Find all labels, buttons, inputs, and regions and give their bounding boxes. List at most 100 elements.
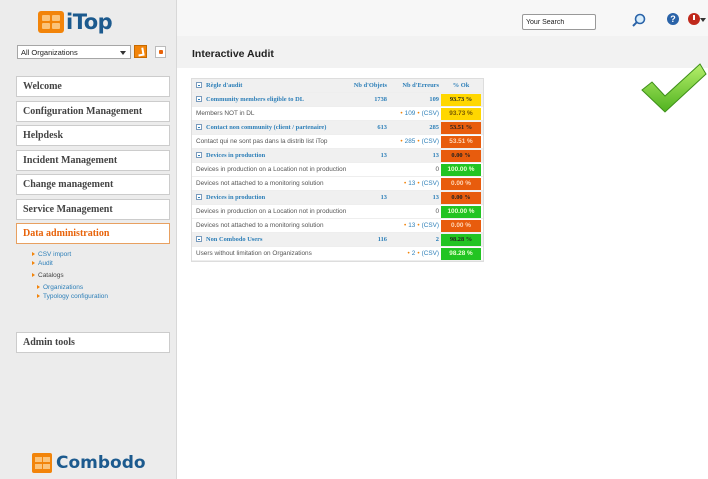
- data-administration-submenu: CSV import Audit Catalogs Organizations …: [32, 250, 172, 301]
- bullet-icon: •: [417, 250, 420, 257]
- audit-table: Règle d'audit Nb d'Objets Nb d'Erreurs %…: [191, 78, 484, 262]
- collapse-icon[interactable]: [196, 124, 202, 130]
- row-label[interactable]: Non Combodo Users: [192, 236, 351, 243]
- row-label-text: Devices in production on a Location not …: [196, 208, 347, 215]
- menu-helpdesk-label: Helpdesk: [23, 130, 64, 141]
- audit-rule-row: Devices in production 13 13 0.00 %: [192, 149, 483, 163]
- collapse-icon[interactable]: [196, 236, 202, 242]
- row-label-text: Devices not attached to a monitoring sol…: [196, 180, 324, 187]
- submenu-catalogs: Catalogs: [32, 271, 172, 280]
- submenu-csv-import[interactable]: CSV import: [32, 250, 172, 259]
- audit-rows: Community members eligible to DL 1738 109 9…: [192, 93, 483, 261]
- errors-link[interactable]: 13: [408, 180, 415, 187]
- menu-helpdesk[interactable]: Helpdesk: [16, 125, 170, 146]
- errors-count: 2: [389, 236, 441, 243]
- row-label-text: Contact non community (client / partenai…: [206, 124, 327, 131]
- errors-count[interactable]: • 285 • (CSV): [389, 138, 441, 145]
- csv-export-link[interactable]: (CSV): [422, 110, 439, 117]
- row-label[interactable]: Devices in production: [192, 194, 351, 201]
- errors-count[interactable]: • 2 • (CSV): [389, 250, 441, 257]
- errors-count[interactable]: • 13 • (CSV): [389, 180, 441, 187]
- title-band: Interactive Audit: [177, 36, 708, 68]
- audit-query-row: Devices in production on a Location not …: [192, 205, 483, 219]
- submenu-audit[interactable]: Audit: [32, 259, 172, 268]
- organization-select[interactable]: All Organizations: [17, 45, 131, 59]
- top-bar: ?: [177, 0, 708, 36]
- objects-count: 13: [380, 194, 387, 201]
- audit-query-row: Devices not attached to a monitoring sol…: [192, 219, 483, 233]
- errors-count[interactable]: • 13 • (CSV): [389, 222, 441, 229]
- search-input[interactable]: [522, 14, 596, 30]
- logoff-icon[interactable]: [688, 13, 706, 25]
- header-audit-rule[interactable]: Règle d'audit: [192, 82, 351, 89]
- bullet-icon: •: [403, 222, 407, 229]
- csv-export-link[interactable]: (CSV): [422, 138, 439, 145]
- errors-link[interactable]: 285: [405, 138, 416, 145]
- csv-export-link[interactable]: (CSV): [422, 222, 439, 229]
- submenu-typology-configuration[interactable]: Typology configuration: [32, 292, 172, 301]
- errors-count: 13: [389, 152, 441, 159]
- collapse-icon[interactable]: [196, 194, 202, 200]
- menu-incident-management-label: Incident Management: [23, 155, 118, 166]
- row-label-text: Community members eligible to DL: [206, 96, 304, 103]
- collapse-icon[interactable]: [196, 152, 202, 158]
- menu-welcome[interactable]: Welcome: [16, 76, 170, 97]
- row-label-text: Devices in production: [206, 194, 266, 201]
- row-label[interactable]: Contact non community (client / partenai…: [192, 124, 351, 131]
- percent-ok-badge: 0.00 %: [441, 219, 481, 232]
- errors-value: 285: [429, 124, 439, 131]
- audit-query-row: Devices in production on a Location not …: [192, 163, 483, 177]
- organization-select-value: All Organizations: [21, 48, 78, 57]
- errors-value: 0: [435, 166, 439, 173]
- row-label: Devices not attached to a monitoring sol…: [192, 222, 351, 229]
- collapse-icon[interactable]: [196, 96, 202, 102]
- header-objects[interactable]: Nb d'Objets: [351, 82, 389, 89]
- menu-change-management[interactable]: Change management: [16, 174, 170, 195]
- menu-configuration-management[interactable]: Configuration Management: [16, 101, 170, 122]
- bullet-icon: •: [417, 138, 420, 145]
- bullet-icon: •: [417, 222, 420, 229]
- errors-value: 0: [435, 208, 439, 215]
- errors-count[interactable]: • 109 • (CSV): [389, 110, 441, 117]
- expand-icon[interactable]: [196, 82, 202, 88]
- row-label: Devices in production on a Location not …: [192, 166, 351, 173]
- errors-link[interactable]: 2: [412, 250, 416, 257]
- page-title: Interactive Audit: [192, 48, 274, 60]
- menu-data-administration[interactable]: Data administration: [16, 223, 170, 244]
- combodo-logo-icon: [32, 453, 52, 473]
- submenu-organizations[interactable]: Organizations: [32, 283, 172, 292]
- errors-count: 13: [389, 194, 441, 201]
- errors-value: 13: [432, 152, 439, 159]
- objects-count: 1738: [374, 96, 387, 103]
- row-label-text: Members NOT in DL: [196, 110, 255, 117]
- percent-ok-badge: 100.00 %: [441, 205, 481, 218]
- csv-export-link[interactable]: (CSV): [422, 250, 439, 257]
- row-label[interactable]: Devices in production: [192, 152, 351, 159]
- row-label[interactable]: Community members eligible to DL: [192, 96, 351, 103]
- menu-service-management[interactable]: Service Management: [16, 199, 170, 220]
- audit-query-row: Contact qui ne sont pas dans la distrib …: [192, 135, 483, 149]
- apply-organization-button[interactable]: [134, 45, 147, 58]
- csv-export-link[interactable]: (CSV): [422, 180, 439, 187]
- percent-ok-badge: 100.00 %: [441, 163, 481, 176]
- row-label: Users without limitation on Organization…: [192, 250, 351, 257]
- percent-ok-badge: 93.73 %: [441, 93, 481, 106]
- errors-value: 13: [432, 194, 439, 201]
- combodo-logo: Combodo: [32, 452, 146, 474]
- menu-welcome-label: Welcome: [23, 81, 62, 92]
- menu-admin-tools[interactable]: Admin tools: [16, 332, 170, 353]
- row-label-text: Devices in production on a Location not …: [196, 166, 347, 173]
- help-icon[interactable]: ?: [667, 13, 679, 25]
- row-label: Devices in production on a Location not …: [192, 208, 351, 215]
- errors-link[interactable]: 109: [405, 110, 416, 117]
- itop-logo[interactable]: iTop: [38, 10, 113, 34]
- pin-icon[interactable]: [155, 46, 166, 58]
- percent-ok-badge: 53.51 %: [441, 121, 481, 134]
- search-icon[interactable]: [632, 13, 646, 27]
- menu-data-administration-label: Data administration: [23, 228, 110, 239]
- header-percent-ok[interactable]: % Ok: [441, 80, 481, 92]
- header-errors[interactable]: Nb d'Erreurs: [389, 82, 441, 89]
- errors-count: 109: [389, 96, 441, 103]
- menu-incident-management[interactable]: Incident Management: [16, 150, 170, 171]
- errors-link[interactable]: 13: [408, 222, 415, 229]
